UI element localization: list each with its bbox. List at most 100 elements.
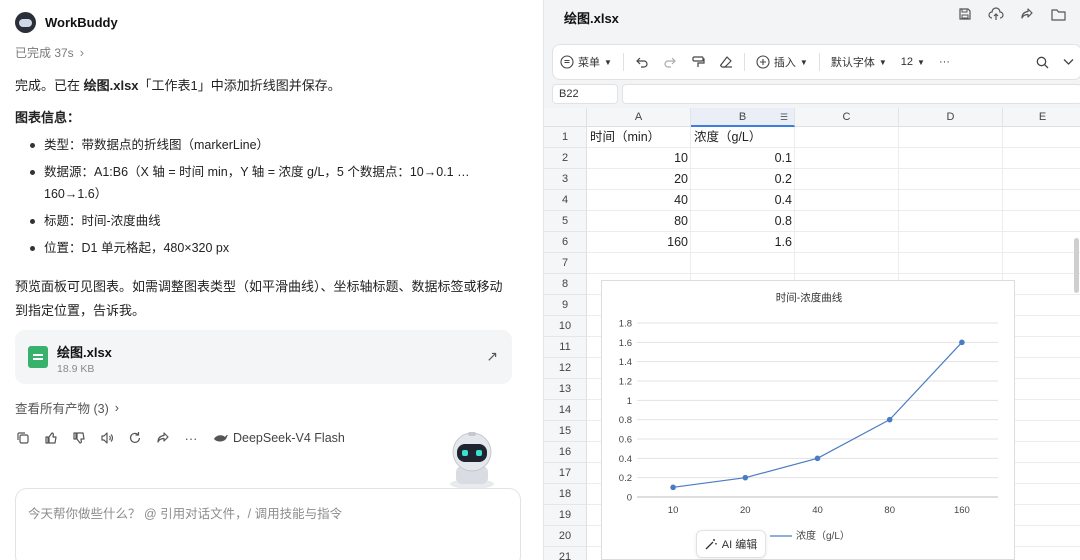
- share-icon[interactable]: [155, 430, 171, 446]
- reply-summary-rest: 「工作表1」中添加折线图并保存。: [138, 78, 341, 93]
- more-icon: ···: [938, 56, 950, 68]
- row-header-3[interactable]: 3: [544, 169, 587, 190]
- chevron-right-icon: ›: [114, 400, 119, 415]
- row-header-11[interactable]: 11: [544, 337, 587, 358]
- ai-edit-button[interactable]: AI 编辑: [696, 530, 766, 558]
- chat-input-box[interactable]: 今天帮你做些什么？ @ 引用对话文件，/ 调用技能与指令: [15, 488, 521, 560]
- cell-a3[interactable]: 20: [587, 169, 691, 190]
- clear-format-button[interactable]: [712, 45, 740, 79]
- cell-b4[interactable]: 0.4: [691, 190, 795, 211]
- column-header-c[interactable]: C: [795, 108, 899, 127]
- redo-button[interactable]: [656, 45, 684, 79]
- chevron-right-icon: ›: [79, 45, 85, 60]
- open-arrow-icon[interactable]: ↗: [486, 348, 498, 365]
- row-header-12[interactable]: 12: [544, 358, 587, 379]
- upload-cloud-icon[interactable]: [988, 6, 1004, 22]
- search-button[interactable]: [1029, 45, 1056, 79]
- model-name: DeepSeek-V4 Flash: [233, 431, 345, 445]
- formula-bar[interactable]: [622, 84, 1080, 104]
- more-button[interactable]: ···: [932, 45, 957, 79]
- spreadsheet-grid[interactable]: A B ☰ C D E 1 2 3 4 5 6 7 8 9 10 11 12 13 14 15 16 17 18 1…: [544, 108, 1080, 560]
- y-tick-label: 0.2: [619, 473, 632, 484]
- more-icon[interactable]: ···: [183, 430, 199, 446]
- regenerate-icon[interactable]: [127, 430, 143, 446]
- line-chart-canvas: 时间-浓度曲线 0 0.2 0.4 0.6 0.8 1 1.2 1.4 1.6 1.8 10 20 40 8…: [619, 291, 998, 542]
- row-header-6[interactable]: 6: [544, 232, 587, 253]
- row-header-15[interactable]: 15: [544, 421, 587, 442]
- data-point: [670, 484, 676, 491]
- undo-button[interactable]: [628, 45, 656, 79]
- cell-a6[interactable]: 160: [587, 232, 691, 253]
- view-artifacts-link[interactable]: 查看所有产物 (3) ›: [15, 398, 119, 417]
- cell-b3[interactable]: 0.2: [691, 169, 795, 190]
- row-header-5[interactable]: 5: [544, 211, 587, 232]
- thumbs-down-icon[interactable]: [71, 430, 87, 446]
- format-painter-icon: [692, 56, 705, 67]
- insert-button[interactable]: 插入 ▼: [749, 45, 815, 79]
- cell-b2[interactable]: 0.1: [691, 148, 795, 169]
- spreadsheet-file-icon: [28, 346, 48, 368]
- cell-b6[interactable]: 1.6: [691, 232, 795, 253]
- font-family-select[interactable]: 默认字体 ▼: [824, 45, 894, 79]
- line-chart[interactable]: 时间-浓度曲线 0 0.2 0.4 0.6 0.8 1 1.2 1.4 1.6 1.8 10 20 40 8…: [601, 280, 1015, 560]
- cell-name-box[interactable]: B22: [552, 84, 618, 104]
- collapse-toolbar-button[interactable]: [1056, 45, 1080, 79]
- row-header-8[interactable]: 8: [544, 274, 587, 295]
- copy-icon[interactable]: [15, 430, 31, 446]
- filter-icon[interactable]: ☰: [780, 108, 788, 127]
- row-header-16[interactable]: 16: [544, 442, 587, 463]
- cell-a2[interactable]: 10: [587, 148, 691, 169]
- whale-icon: [214, 435, 228, 442]
- row-gridline: [587, 273, 1080, 274]
- row-header-19[interactable]: 19: [544, 505, 587, 526]
- speaker-icon[interactable]: [99, 430, 115, 446]
- save-icon[interactable]: [957, 6, 973, 22]
- series-line: [673, 341, 963, 488]
- cell-a4[interactable]: 40: [587, 190, 691, 211]
- row-header-2[interactable]: 2: [544, 148, 587, 169]
- chat-input-placeholder: 今天帮你做些什么？ @ 引用对话文件，/ 调用技能与指令: [28, 507, 343, 521]
- select-all-corner[interactable]: [544, 108, 587, 127]
- task-status[interactable]: 已完成 37s ›: [15, 44, 84, 61]
- app-header: WorkBuddy: [15, 12, 118, 33]
- column-header-e[interactable]: E: [1003, 108, 1080, 127]
- folder-icon[interactable]: [1050, 6, 1066, 22]
- row-header-21[interactable]: 21: [544, 547, 587, 560]
- eraser-icon: [719, 56, 732, 68]
- share-icon[interactable]: [1019, 6, 1035, 22]
- cell-a1[interactable]: 时间（min）: [587, 127, 691, 148]
- row-header-10[interactable]: 10: [544, 316, 587, 337]
- status-text: 已完成 37s: [15, 46, 74, 60]
- menu-button[interactable]: 菜单 ▼: [553, 45, 619, 79]
- row-header-7[interactable]: 7: [544, 253, 587, 274]
- cell-b5[interactable]: 0.8: [691, 211, 795, 232]
- vertical-scrollbar[interactable]: [1074, 238, 1079, 293]
- thumbs-up-icon[interactable]: [43, 430, 59, 446]
- row-header-20[interactable]: 20: [544, 526, 587, 547]
- column-header-b[interactable]: B ☰: [691, 108, 795, 127]
- x-tick-label: 80: [884, 505, 895, 516]
- file-card[interactable]: 绘图.xlsx 18.9 KB ↗: [15, 330, 512, 384]
- cell-b1[interactable]: 浓度（g/L）: [691, 127, 795, 148]
- row-header-13[interactable]: 13: [544, 379, 587, 400]
- row-header-1[interactable]: 1: [544, 127, 587, 148]
- info-item-type: 类型：带数据点的折线图（markerLine）: [30, 134, 500, 156]
- file-card-size: 18.9 KB: [57, 363, 95, 375]
- chart-info-list: 类型：带数据点的折线图（markerLine） 数据源：A1:B6（X 轴 = …: [30, 134, 500, 264]
- format-painter-button[interactable]: [684, 45, 712, 79]
- font-size-select[interactable]: 12 ▼: [894, 45, 932, 79]
- info-item-source: 数据源：A1:B6（X 轴 = 时间 min，Y 轴 = 浓度 g/L，5 个数…: [30, 161, 500, 205]
- info-item-position: 位置：D1 单元格起，480×320 px: [30, 237, 500, 259]
- model-selector[interactable]: DeepSeek-V4 Flash: [213, 431, 345, 445]
- row-header-9[interactable]: 9: [544, 295, 587, 316]
- row-header-4[interactable]: 4: [544, 190, 587, 211]
- row-header-14[interactable]: 14: [544, 400, 587, 421]
- column-header-d[interactable]: D: [899, 108, 1003, 127]
- column-header-b-label: B: [738, 111, 747, 123]
- row-header-18[interactable]: 18: [544, 484, 587, 505]
- cell-a5[interactable]: 80: [587, 211, 691, 232]
- row-header-17[interactable]: 17: [544, 463, 587, 484]
- divider: [622, 53, 624, 71]
- column-header-a[interactable]: A: [587, 108, 691, 127]
- app-logo: [15, 12, 36, 33]
